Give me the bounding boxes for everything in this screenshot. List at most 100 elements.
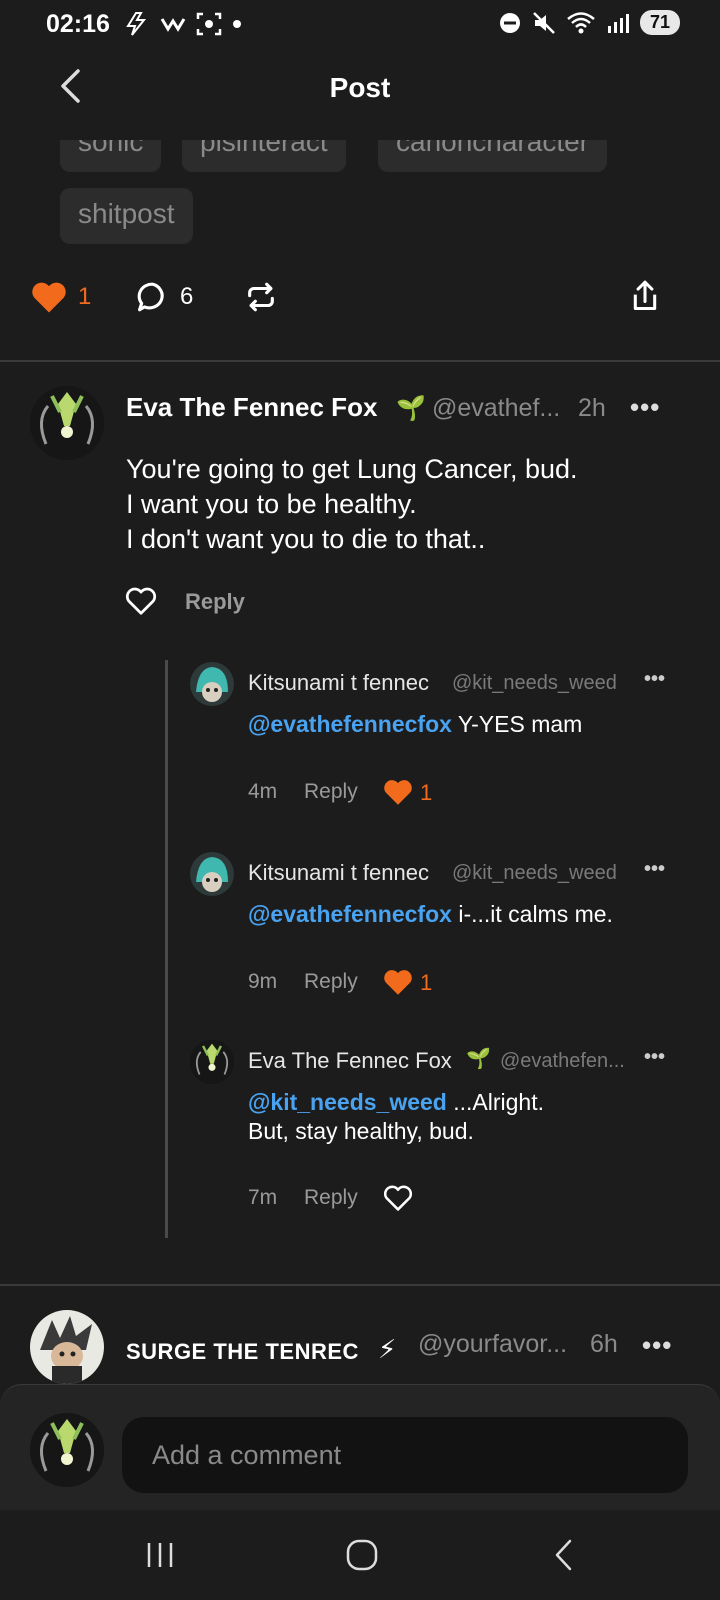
divider [0,1284,720,1286]
dot-icon [233,20,241,28]
status-icons-left [124,12,242,36]
like-button[interactable] [382,1184,414,1217]
reply-button[interactable]: Reply [304,780,358,804]
avatar[interactable] [190,852,234,896]
reply-author-name[interactable]: Eva The Fennec Fox [248,1048,452,1074]
more-options-button[interactable]: ••• [630,392,660,423]
heart-filled-icon [384,970,412,995]
reply-text: i-...it calms me. [451,901,613,927]
more-options-button[interactable]: ••• [644,1046,665,1069]
reply-body: @kit_needs_weed ...Alright. But, stay hea… [248,1088,678,1146]
reply-button[interactable]: Reply [304,970,358,994]
reply-text-line-2: But, stay healthy, bud. [248,1118,474,1144]
comment-author-name[interactable]: SURGE THE TENREC [126,1339,359,1365]
comment-bubble-icon [137,282,164,312]
like-button[interactable]: 1 [30,280,91,314]
like-count: 1 [78,283,92,310]
sprout-badge-icon: 🌱 [466,1048,491,1070]
page-title: Post [329,72,391,103]
surge-avatar-image [30,1310,104,1384]
tag-chip[interactable]: sonic [60,140,162,172]
reply-button[interactable]: Reply [304,1186,358,1210]
like-count: 1 [420,780,433,805]
mute-icon [533,11,555,34]
sprout-badge-icon: 🌱 [396,395,426,422]
tag-list: sonic pisinteract canoncharacter shitpos… [0,140,720,270]
system-nav-bar [0,1510,720,1600]
recent-apps-icon [147,1543,173,1567]
fennec-avatar-image [30,1413,104,1487]
fennec-avatar-image [190,1040,234,1084]
more-options-button[interactable]: ••• [644,668,665,691]
comment-body: You're going to get Lung Cancer, bud. I … [126,454,578,554]
kitsunami-avatar-image [190,852,234,896]
avatar[interactable] [190,1040,234,1084]
reply-button[interactable]: Reply [185,589,245,615]
comment-input[interactable] [122,1417,688,1493]
comment-button[interactable]: 6 [136,280,193,314]
comment-author-name[interactable]: Eva The Fennec Fox [126,392,377,423]
more-options-button[interactable]: ••• [642,1330,672,1361]
mention-link[interactable]: @evathefennecfox [248,901,452,927]
reply-time: 9m [248,970,278,993]
fennec-avatar-image [30,386,104,460]
repost-button[interactable] [244,280,278,314]
thread-line [165,660,168,1238]
reply-author-handle[interactable]: @kit_needs_weed [452,672,617,695]
heart-outline-icon [383,1185,413,1211]
like-count: 1 [420,970,433,995]
heart-outline-icon [125,587,157,615]
status-icons-right: 71 [498,10,680,35]
mention-link[interactable]: @evathefennecfox [248,711,452,737]
post-action-bar: 1 6 [0,276,720,332]
avatar [30,1413,104,1487]
tag-chip[interactable]: canoncharacter [378,140,608,172]
mention-link[interactable]: @kit_needs_weed [248,1089,447,1115]
heart-filled-icon [32,282,66,313]
avatar[interactable] [30,1310,104,1384]
comment-author-handle[interactable]: @yourfavor... [418,1330,567,1359]
avatar[interactable] [190,662,234,706]
top-app-bar: Post [0,48,720,132]
tag-chip[interactable]: pisinteract [182,140,346,172]
home-icon [346,1539,378,1571]
reply-author-handle[interactable]: @kit_needs_weed [452,862,617,885]
heart-filled-icon [384,780,412,805]
divider [0,360,720,362]
reply-author-name[interactable]: Kitsunami t fennec [248,670,429,696]
reply-body: @evathefennecfox Y-YES mam [248,710,678,739]
like-button[interactable] [382,778,414,811]
comment-composer [0,1384,720,1510]
lightning-badge-icon: ⚡ [378,1334,397,1364]
comment-author-handle[interactable]: @evathef... [432,394,560,423]
home-button[interactable] [332,1532,392,1578]
avatar[interactable] [30,386,104,460]
comment-time: 6h [590,1330,618,1358]
screenshot-icon [196,12,222,36]
wifi-icon [567,11,595,33]
system-back-button[interactable] [534,1532,594,1578]
repost-icon [248,282,274,312]
recent-apps-button[interactable] [130,1532,190,1578]
reply-author-handle[interactable]: @evathefen... [500,1050,625,1073]
wifi-calling-icon [160,18,186,32]
reply-author-name[interactable]: Kitsunami t fennec [248,860,429,886]
reply-time: 7m [248,1186,278,1209]
comment-time: 2h [578,394,606,422]
reply-body: @evathefennecfox i-...it calms me. [248,900,678,929]
back-arrow-icon [555,1539,572,1571]
reply-text: ...Alright. [446,1089,545,1115]
reply-text: Y-YES mam [451,711,583,737]
more-options-button[interactable]: ••• [644,858,665,881]
reply-time: 4m [248,780,278,803]
comment-count: 6 [180,283,194,310]
tag-chip[interactable]: shitpost [60,188,193,244]
status-bar: 02:16 71 [0,0,720,48]
dnd-icon [499,12,520,33]
signal-icon [607,13,629,33]
status-time: 02:16 [46,10,110,38]
kitsunami-avatar-image [190,662,234,706]
share-button[interactable] [628,278,662,314]
like-button[interactable] [124,586,158,621]
like-button[interactable] [382,968,414,1001]
